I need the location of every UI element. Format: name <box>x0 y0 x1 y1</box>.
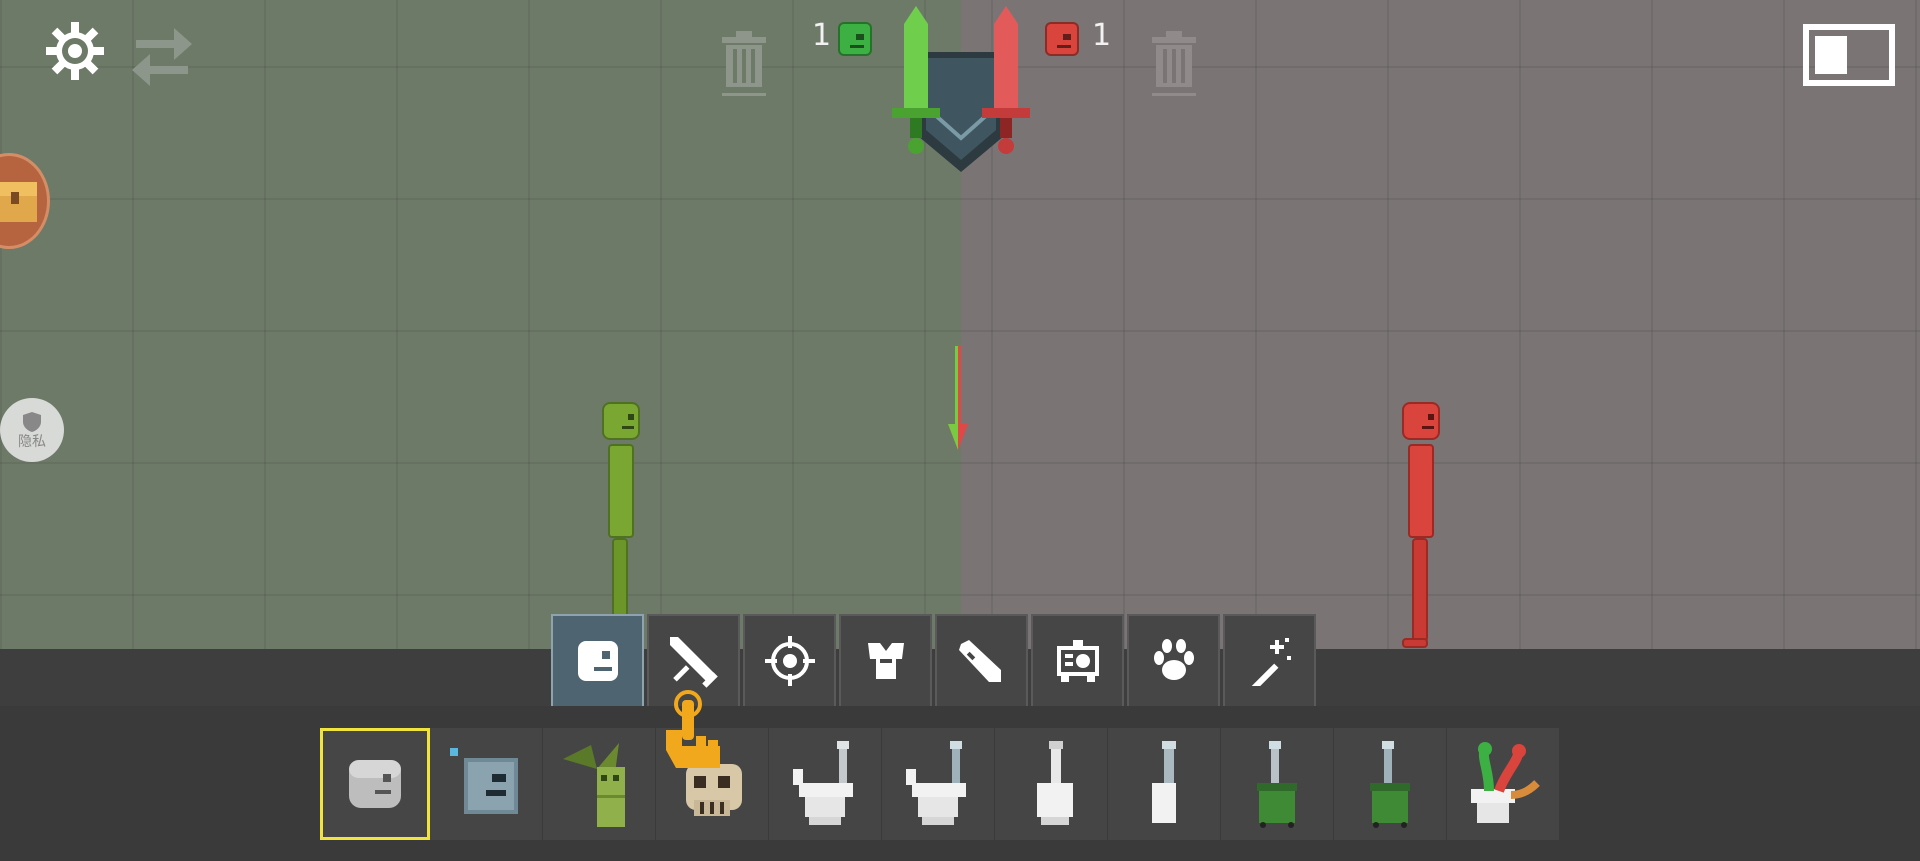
item-bamboo-figure[interactable] <box>543 728 656 840</box>
armor-icon <box>867 643 904 679</box>
crosshair-icon <box>764 636 815 686</box>
item-gray-head[interactable] <box>320 728 430 840</box>
swap-arrows-icon[interactable] <box>128 24 196 90</box>
green-ragdoll[interactable] <box>600 402 644 649</box>
privacy-button[interactable]: 隐私 <box>0 398 64 462</box>
item-toilet-1[interactable] <box>769 728 882 840</box>
category-clothing[interactable] <box>839 614 932 708</box>
arena[interactable]: 1 1 隐私 <box>0 0 1920 649</box>
gear-icon[interactable] <box>44 20 106 82</box>
red-ragdoll[interactable] <box>1400 402 1448 649</box>
category-animals[interactable] <box>1127 614 1220 708</box>
sword-icon <box>669 637 718 688</box>
item-toilet-4[interactable] <box>1108 728 1221 840</box>
trash-icon[interactable] <box>720 30 768 98</box>
green-bin-icon <box>1370 741 1410 828</box>
worm-toilet-icon <box>1471 742 1540 823</box>
toilet-icon <box>906 741 966 825</box>
category-machines[interactable] <box>1031 614 1124 708</box>
toilet-icon <box>1037 741 1073 825</box>
green-score: 1 <box>812 18 832 53</box>
item-green-bin-1[interactable] <box>1221 728 1334 840</box>
paw-icon <box>1153 639 1194 680</box>
item-list <box>320 728 1560 840</box>
green-team-zone[interactable] <box>0 0 961 649</box>
pointing-hand-icon <box>662 690 726 774</box>
ragdoll-head-icon <box>577 641 618 681</box>
privacy-label: 隐私 <box>18 434 46 450</box>
category-firearms[interactable] <box>743 614 836 708</box>
item-toilet-2[interactable] <box>882 728 995 840</box>
red-score: 1 <box>1092 18 1112 53</box>
trash-icon[interactable] <box>1150 30 1198 98</box>
item-worm-toilet[interactable] <box>1447 728 1560 840</box>
red-team-icon <box>1045 22 1079 56</box>
green-bin-icon <box>1257 741 1297 828</box>
machine-icon <box>1056 640 1099 682</box>
down-arrow-icon <box>946 346 970 450</box>
magic-wand-icon <box>1251 638 1291 686</box>
category-magic[interactable] <box>1223 614 1316 708</box>
category-characters[interactable] <box>551 614 644 708</box>
item-robot-head[interactable] <box>430 728 543 840</box>
shield-icon <box>23 412 41 432</box>
category-explosives[interactable] <box>935 614 1028 708</box>
toilet-icon <box>1152 741 1176 823</box>
toilet-icon <box>793 741 853 825</box>
rocket-icon <box>958 640 1001 682</box>
item-toilet-3[interactable] <box>995 728 1108 840</box>
crossed-swords-shield-icon <box>888 4 1034 180</box>
robot-head-icon <box>450 748 518 814</box>
gray-head-icon <box>349 760 401 808</box>
green-team-icon <box>838 22 872 56</box>
item-green-bin-2[interactable] <box>1334 728 1447 840</box>
bamboo-figure-icon <box>563 743 625 827</box>
window-toggle-icon[interactable] <box>1803 24 1895 86</box>
